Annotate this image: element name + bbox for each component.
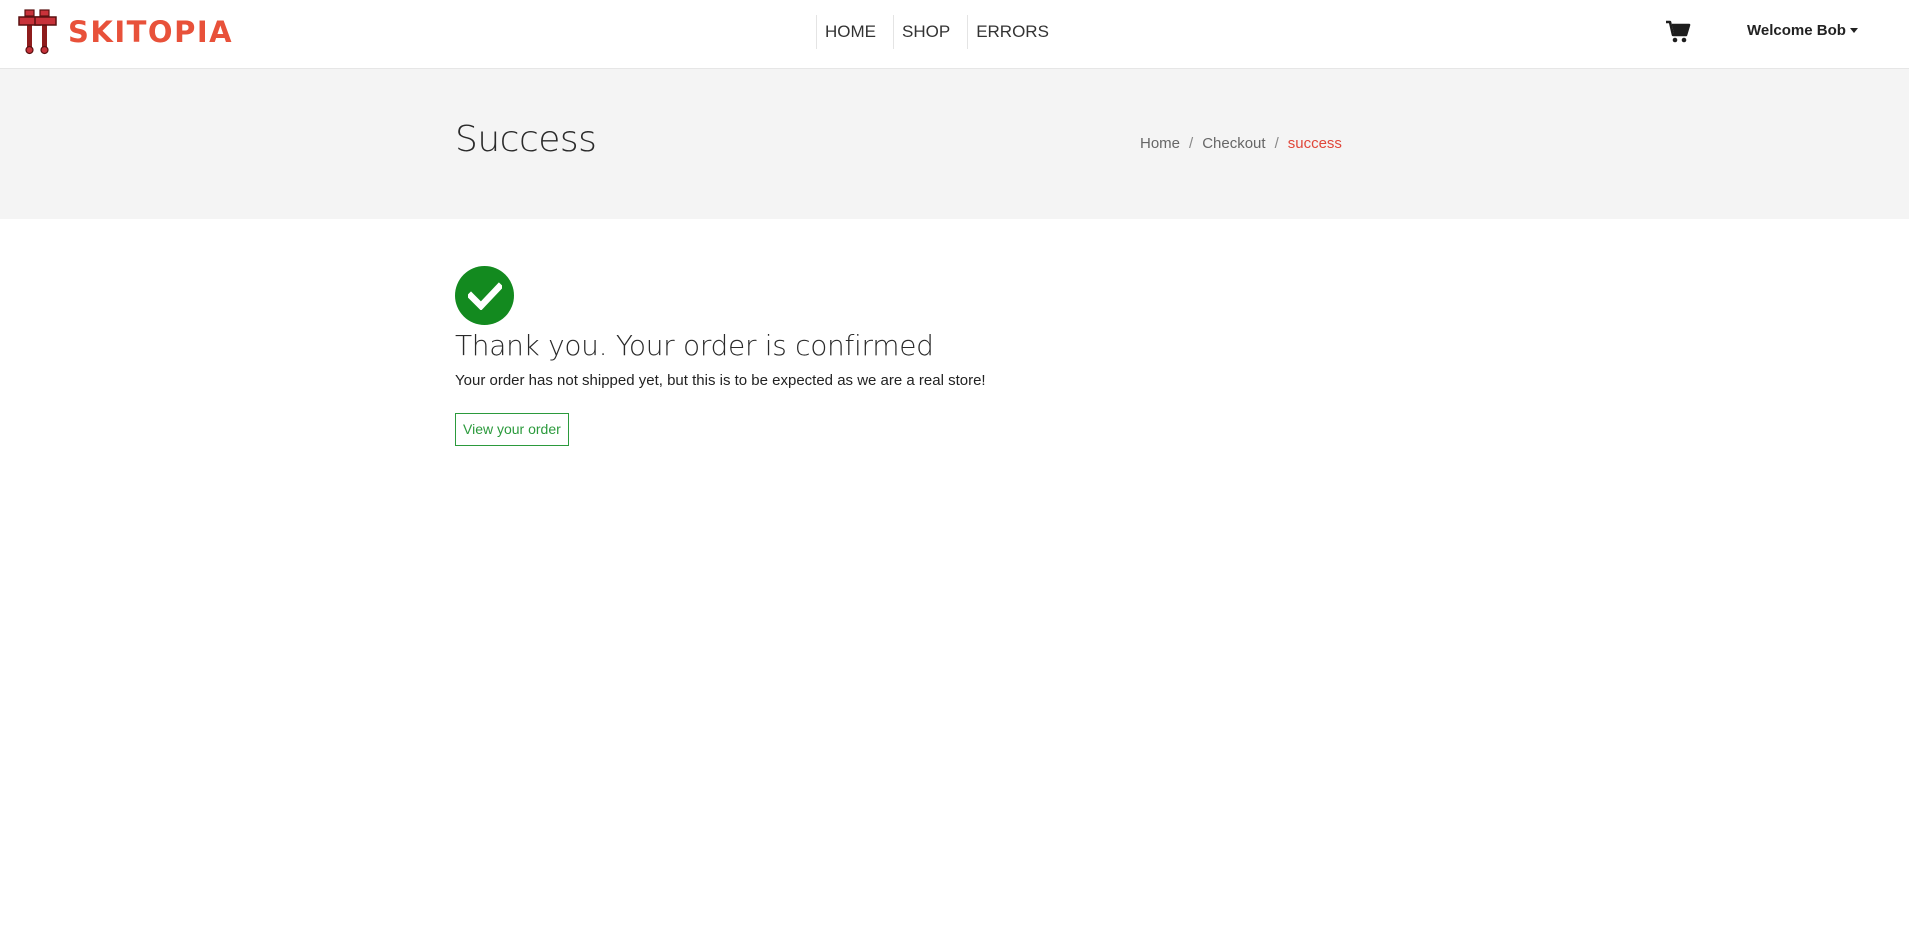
nav-errors[interactable]: ERRORS bbox=[967, 15, 1057, 49]
breadcrumb-separator: / bbox=[1189, 135, 1194, 152]
user-menu-dropdown[interactable]: Welcome Bob bbox=[1747, 22, 1858, 39]
brand-logo[interactable]: SKITOPIA bbox=[16, 8, 233, 56]
nav-shop[interactable]: SHOP bbox=[893, 15, 958, 49]
order-confirmation: Thank you. Your order is confirmed Your … bbox=[455, 266, 1455, 446]
breadcrumb-separator: / bbox=[1274, 135, 1279, 152]
main-nav: HOME SHOP ERRORS bbox=[816, 15, 1066, 49]
brand-name: SKITOPIA bbox=[68, 15, 234, 49]
breadcrumb-current: success bbox=[1287, 135, 1342, 152]
check-circle-icon bbox=[455, 266, 514, 325]
confirmation-title: Thank you. Your order is confirmed bbox=[455, 329, 934, 362]
page-header: Success Home / Checkout / success bbox=[0, 69, 1909, 219]
confirmation-message: Your order has not shipped yet, but this… bbox=[455, 372, 986, 389]
breadcrumb-home[interactable]: Home bbox=[1140, 135, 1180, 152]
caret-down-icon bbox=[1849, 28, 1858, 33]
breadcrumb-checkout[interactable]: Checkout bbox=[1202, 135, 1265, 152]
breadcrumb: Home / Checkout / success bbox=[1140, 135, 1342, 152]
view-order-button[interactable]: View your order bbox=[455, 413, 569, 446]
welcome-label: Welcome Bob bbox=[1747, 22, 1846, 39]
nav-home[interactable]: HOME bbox=[816, 15, 884, 49]
shopping-cart-icon[interactable] bbox=[1665, 20, 1691, 44]
top-navbar: SKITOPIA HOME SHOP ERRORS Welcome Bob bbox=[0, 0, 1909, 69]
page-title: Success bbox=[455, 119, 597, 160]
ski-poles-logo-icon bbox=[16, 8, 58, 56]
